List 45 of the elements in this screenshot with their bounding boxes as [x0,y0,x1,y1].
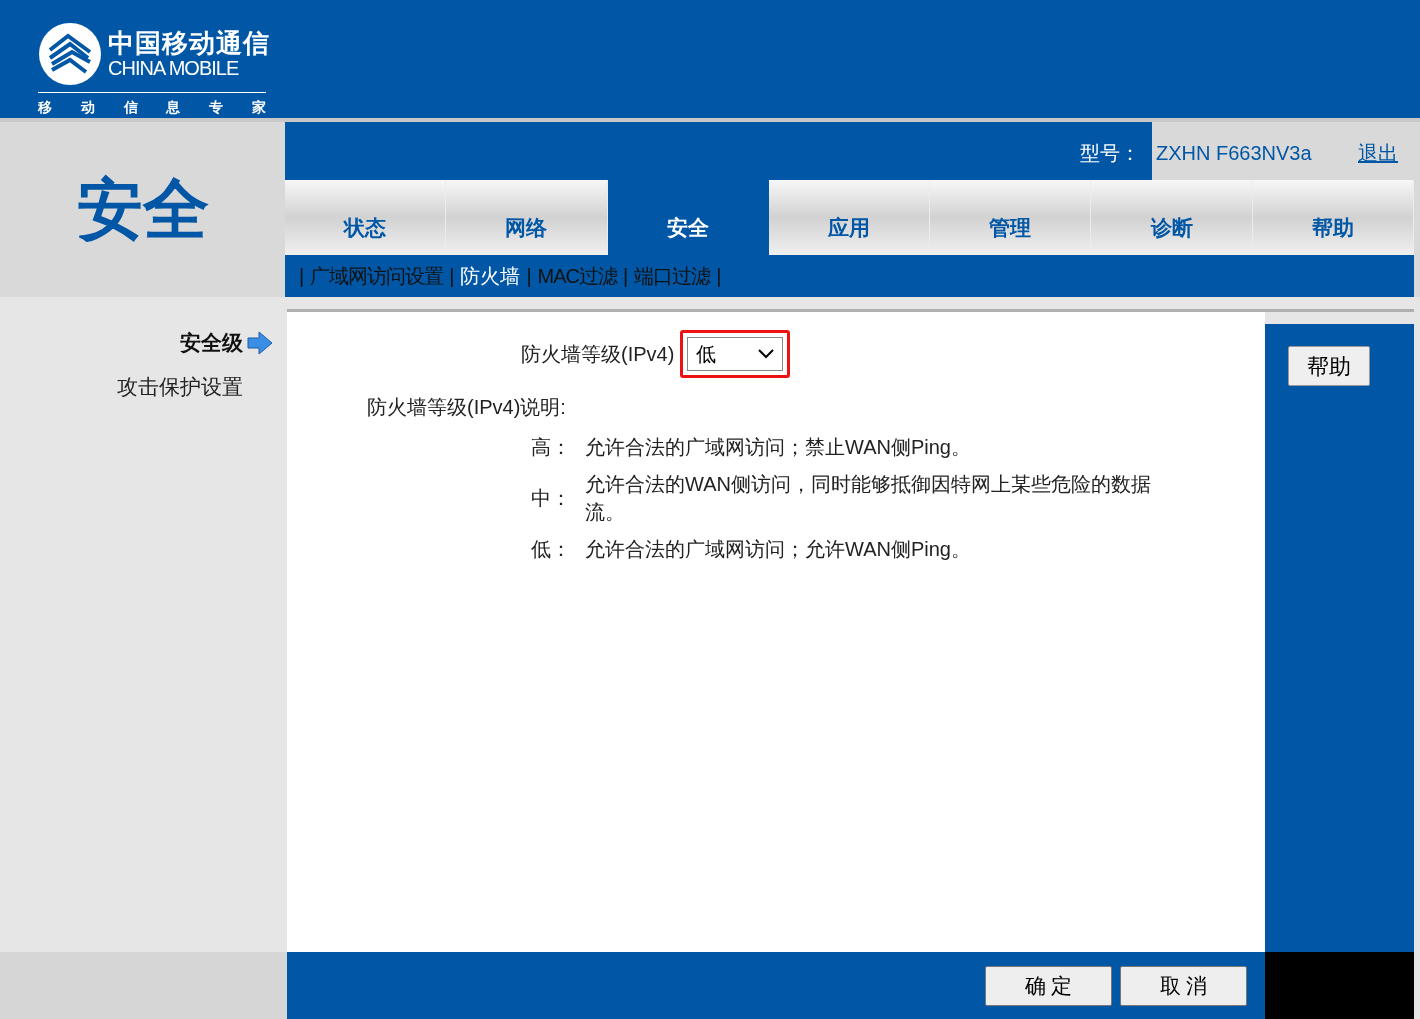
nav-tab[interactable]: 网络 [446,180,608,255]
dialog-button[interactable]: 取 消 [1120,965,1247,1006]
nav-tab[interactable]: 管理 [930,180,1092,255]
separator: | [525,264,533,289]
level-label: 中： [531,486,572,511]
level-description: 允许合法的广域网访问；允许WAN侧Ping。 [585,537,972,562]
level-label: 低： [531,537,572,562]
help-button[interactable]: 帮助 [1288,346,1370,386]
level-description: 允许合法的广域网访问；禁止WAN侧Ping。 [585,435,972,460]
slogan-text: 家 [252,98,266,117]
model-label: 型号： [1080,141,1140,166]
chevron-down-icon [758,349,775,359]
level-label: 高： [531,435,572,460]
logo-text: 中国移动通信 [108,30,270,56]
slogan-text: 专 [209,98,224,117]
nav-tab[interactable]: 诊断 [1091,180,1253,255]
subnav-link[interactable]: 广域网访问设置 [308,261,446,291]
nav-tab[interactable]: 安全 [607,180,769,255]
field-label: 防火墙等级(IPv4) [521,342,675,367]
sidebar-item[interactable]: 安全级 [180,327,273,359]
section-title: 安全 [76,171,209,248]
subnav-link[interactable]: 端口过滤 [632,261,713,291]
separator: | [448,264,456,289]
logo-icon [38,22,102,86]
nav-tab[interactable]: 帮助 [1252,180,1414,255]
slogan-text: 动 [80,98,95,117]
slogan-text: 移 [38,98,52,117]
separator: | [622,264,630,289]
subnav-link[interactable]: MAC过滤 [535,261,620,291]
separator: | [715,264,723,289]
slogan-text: 信 [123,98,138,117]
dialog-button[interactable]: 确 定 [985,965,1112,1006]
arrow-right-icon [247,330,273,355]
level-description: 允许合法的WAN侧访问，同时能够抵御因特网上某些危险的数据流。 [585,472,1152,525]
model-value: ZXHN F663NV3a [1156,141,1312,166]
nav-tab[interactable]: 状态 [285,180,447,255]
separator: | [298,264,306,289]
logout-link[interactable]: 退出 [1358,138,1398,168]
description-title: 防火墙等级(IPv4)说明: [367,396,566,418]
level-select[interactable]: 低 [687,337,784,371]
slogan-text: 息 [166,98,181,117]
logo-text: CHINA MOBILE [108,58,240,78]
nav-tab[interactable]: 应用 [768,180,931,255]
subnav-link[interactable]: 防火墙 [458,261,523,291]
sidebar-item[interactable]: 攻击保护设置 [117,370,243,402]
